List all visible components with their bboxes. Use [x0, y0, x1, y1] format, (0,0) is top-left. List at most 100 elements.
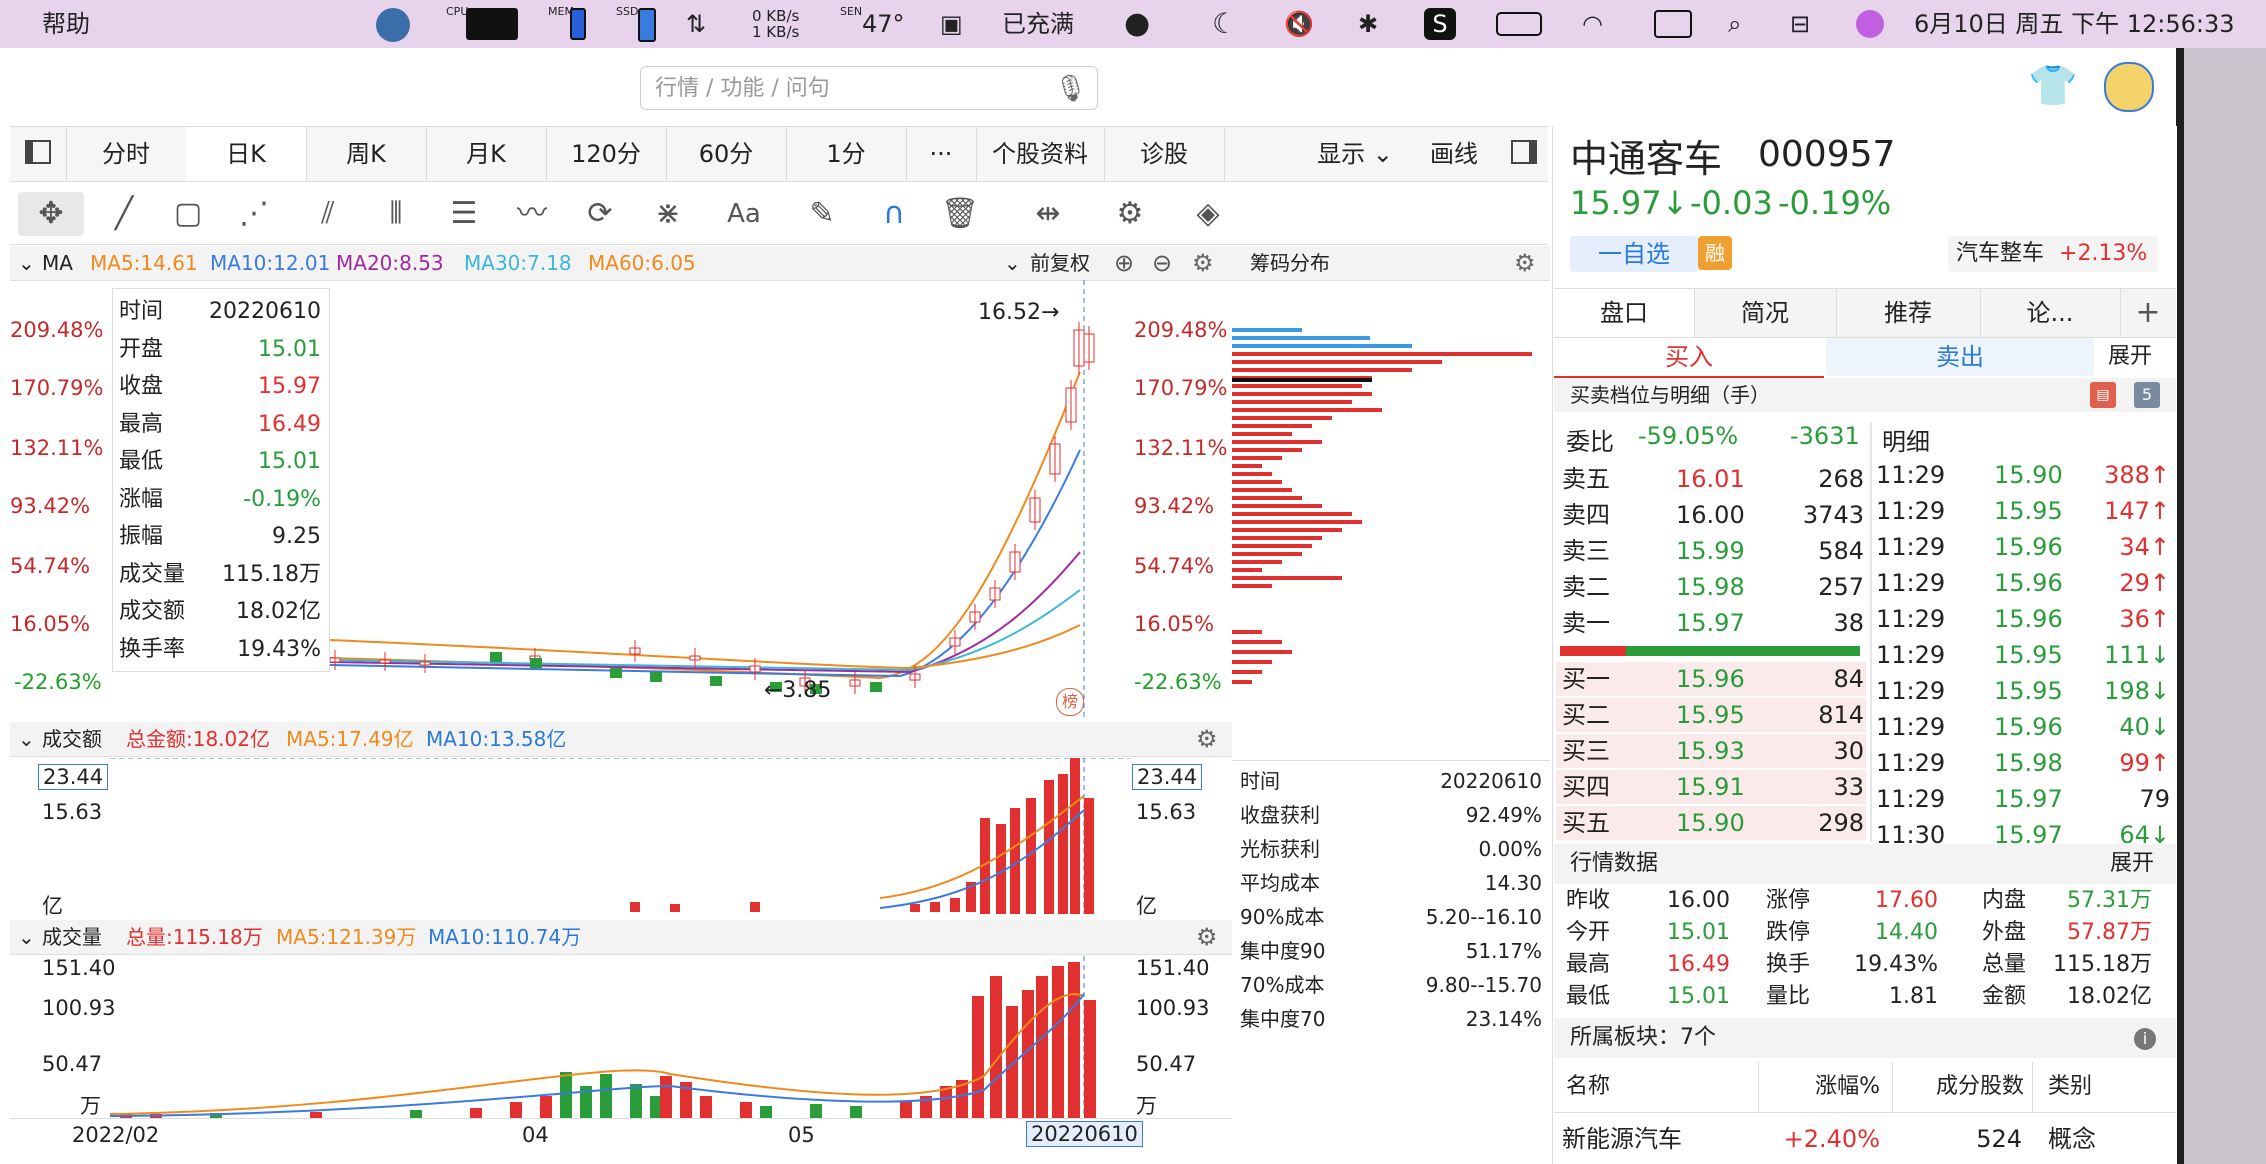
tab-monthly-k[interactable]: 月K	[426, 127, 547, 181]
tab-stock-profile[interactable]: 个股资料	[976, 127, 1105, 181]
disk-icon[interactable]	[638, 8, 656, 42]
col-change[interactable]: 涨幅%	[1762, 1062, 1880, 1112]
tab-1min[interactable]: 1分	[786, 127, 907, 181]
tab-more[interactable]: ···	[906, 127, 977, 181]
orderbook-row[interactable]: 卖四 16.00 3743	[1556, 498, 1866, 532]
quote-key: 外盘	[1982, 920, 2027, 945]
layers-icon[interactable]: ◈	[1186, 192, 1230, 236]
volume-axis-2: 100.93	[42, 996, 116, 1020]
sidebar-toggle-icon[interactable]	[10, 127, 67, 181]
zoom-in-icon[interactable]: ⊕	[1114, 246, 1134, 280]
help-menu[interactable]: 帮助	[42, 8, 90, 40]
memory-icon[interactable]	[570, 8, 586, 40]
bluetooth-icon[interactable]: ✱	[1358, 8, 1378, 40]
draw-line-button[interactable]: 画线	[1414, 127, 1494, 181]
table-row[interactable]: 新能源汽车 +2.40% 524 概念	[1554, 1114, 2176, 1164]
col-type[interactable]: 类别	[2048, 1062, 2092, 1112]
siri-icon[interactable]	[1856, 10, 1884, 38]
wave-tool-icon[interactable]: 〰	[510, 192, 554, 236]
microphone-icon[interactable]: 🎙	[1054, 67, 1087, 111]
keyboard-icon[interactable]	[1654, 10, 1692, 38]
search-icon[interactable]: ⌕	[1728, 8, 1741, 40]
resize-tool-icon[interactable]: ⇹	[1026, 192, 1070, 236]
orderbook-row[interactable]: 买三 15.93 30	[1556, 734, 1866, 768]
amount-bar	[1044, 780, 1054, 914]
move-tool-icon[interactable]: ✥	[18, 192, 84, 236]
orderbook-row[interactable]: 买一 15.96 84	[1556, 662, 1866, 696]
moon-icon[interactable]: ☾	[1212, 8, 1237, 40]
orderbook-row[interactable]: 卖三 15.99 584	[1556, 534, 1866, 568]
adjust-dropdown[interactable]: 前复权	[1030, 246, 1090, 280]
volume-collapse-icon[interactable]: ⌄	[18, 920, 35, 954]
search-input[interactable]: 行情 / 功能 / 问句 🎙	[640, 66, 1098, 110]
sell-button[interactable]: 卖出	[1826, 338, 2094, 376]
app-status-icon[interactable]	[376, 8, 410, 42]
cycle-tool-icon[interactable]: ⟳	[578, 192, 622, 236]
skin-shirt-icon[interactable]: 👕	[2028, 62, 2078, 109]
orderbook-row[interactable]: 卖二 15.98 257	[1556, 570, 1866, 604]
sector-chip[interactable]: 汽车整车 +2.13%	[1948, 236, 2158, 272]
line-tool-icon[interactable]: ╱	[102, 192, 146, 236]
tab-recommend[interactable]: 推荐	[1836, 289, 1981, 337]
battery-status[interactable]: 已充满	[1002, 8, 1074, 40]
chip-settings-icon[interactable]: ⚙	[1514, 246, 1536, 280]
tab-summary[interactable]: 简况	[1694, 289, 1837, 337]
display-dropdown[interactable]: 显示 ⌄	[1300, 127, 1410, 181]
col-members[interactable]: 成分股数	[1904, 1062, 2024, 1112]
magnet-icon[interactable]: ∩	[872, 192, 916, 236]
s-app-icon[interactable]: S	[1424, 8, 1456, 40]
orderbook-level-badge[interactable]: 5	[2134, 382, 2160, 408]
trash-icon[interactable]: 🗑	[938, 192, 982, 236]
incognito-icon[interactable]: ●	[1124, 8, 1150, 40]
amount-collapse-icon[interactable]: ⌄	[18, 722, 35, 756]
tab-intraday[interactable]: 分时	[66, 127, 187, 181]
eraser-icon[interactable]: ✎	[800, 192, 844, 236]
tab-diagnose[interactable]: 诊股	[1104, 127, 1225, 181]
add-tab-icon[interactable]: +	[2120, 289, 2176, 337]
wifi-icon[interactable]: ◠	[1582, 8, 1603, 40]
col-name[interactable]: 名称	[1566, 1062, 1610, 1112]
add-watchlist-button[interactable]: 一自选	[1570, 236, 1698, 272]
settings-gear-icon[interactable]: ⚙	[1108, 192, 1152, 236]
kline-settings-icon[interactable]: ⚙	[1192, 246, 1214, 280]
tab-weekly-k[interactable]: 周K	[306, 127, 427, 181]
orderbook-row[interactable]: 卖五 16.01 268	[1556, 462, 1866, 496]
tab-forum[interactable]: 论...	[1980, 289, 2121, 337]
orderbook-chart-icon[interactable]: ▤	[2090, 382, 2116, 408]
orderbook-row[interactable]: 卖一 15.97 38	[1556, 606, 1866, 640]
avatar[interactable]	[2104, 62, 2154, 112]
collapse-chevron-icon[interactable]: ⌄	[18, 246, 35, 280]
tab-daily-k[interactable]: 日K	[186, 127, 307, 181]
rectangle-tool-icon[interactable]: ▢	[166, 192, 210, 236]
battery-icon[interactable]	[1496, 12, 1542, 36]
zoom-out-icon[interactable]: ⊖	[1152, 246, 1172, 280]
text-tool-icon[interactable]: Aa	[714, 192, 774, 236]
quote-expand-button[interactable]: 展开	[2110, 844, 2154, 884]
chip-stat-row: 时间 20220610	[1240, 765, 1542, 797]
tab-60min[interactable]: 60分	[666, 127, 787, 181]
temperature[interactable]: 47°	[862, 8, 905, 40]
expand-button[interactable]: 展开	[2108, 338, 2152, 376]
adjust-chevron-icon[interactable]: ⌄	[1004, 246, 1021, 280]
control-center-icon[interactable]: ⊟	[1790, 8, 1810, 40]
cpu-graph-icon[interactable]	[466, 8, 518, 40]
gann-tool-icon[interactable]: ⋇	[646, 192, 690, 236]
fan-tool-icon[interactable]: ⋰	[232, 192, 276, 236]
amount-settings-icon[interactable]: ⚙	[1196, 722, 1218, 756]
orderbook-level: 卖五	[1562, 465, 1610, 493]
tab-120min[interactable]: 120分	[546, 127, 667, 181]
tab-orderbook[interactable]: 盘口	[1554, 289, 1695, 337]
orderbook-row[interactable]: 买五 15.90 298	[1556, 806, 1866, 840]
cycle-lines-icon[interactable]: ⦀	[374, 192, 418, 236]
fibonacci-icon[interactable]: ☰	[442, 192, 486, 236]
panel-toggle-icon[interactable]	[1500, 127, 1548, 181]
buy-button[interactable]: 买入	[1554, 338, 1824, 378]
mute-icon[interactable]: 🔇	[1284, 8, 1314, 40]
orderbook-row[interactable]: 买四 15.91 33	[1556, 770, 1866, 804]
info-icon[interactable]: i	[2134, 1028, 2156, 1050]
volume-settings-icon[interactable]: ⚙	[1196, 920, 1218, 954]
clock[interactable]: 6月10日 周五 下午 12:56:33	[1914, 8, 2234, 40]
orderbook-row[interactable]: 买二 15.95 814	[1556, 698, 1866, 732]
rank-badge[interactable]: 榜	[1056, 688, 1084, 716]
channel-tool-icon[interactable]: ⫽	[306, 192, 350, 236]
